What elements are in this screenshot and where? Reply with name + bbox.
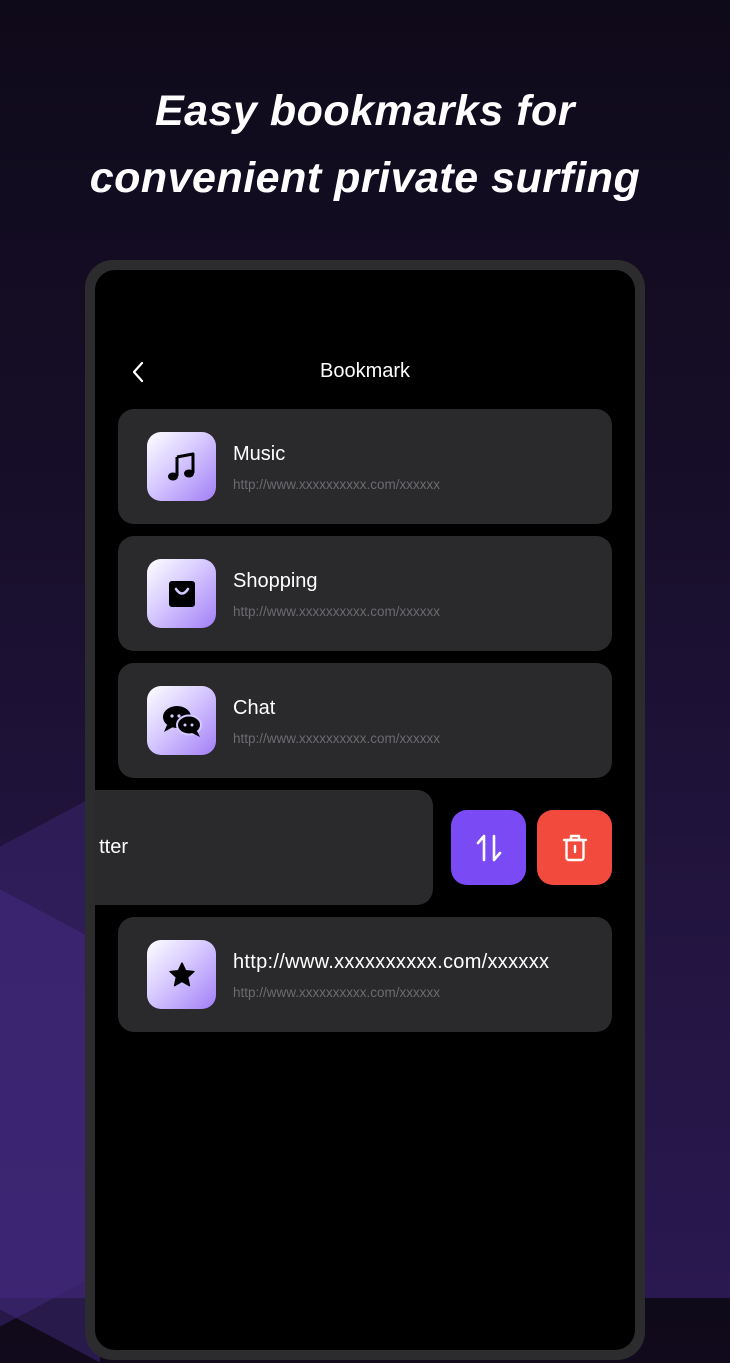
- bookmark-url: http://www.xxxxxxxxxx.com/xxxxxx: [233, 604, 441, 619]
- music-note-icon: [167, 452, 194, 480]
- bookmark-item-swiped[interactable]: tter: [95, 790, 433, 905]
- phone-screen: Bookmark Music http://www.xxxxxxxxxx.com…: [95, 270, 635, 1350]
- headline-line-2: convenient private surfing: [89, 154, 641, 202]
- trash-icon: [562, 834, 587, 861]
- top-bar: Bookmark: [95, 352, 635, 392]
- delete-button[interactable]: [537, 810, 612, 885]
- page-title: Bookmark: [319, 360, 411, 382]
- music-app-icon: [147, 432, 216, 501]
- bookmark-url: http://www.xxxxxxxxxx.com/xxxxxx: [233, 477, 441, 492]
- star-app-icon: [147, 940, 216, 1009]
- shopping-bag-icon: [168, 580, 195, 607]
- bookmark-title: Chat: [233, 697, 276, 719]
- bookmark-url: http://www.xxxxxxxxxx.com/xxxxxx: [233, 731, 441, 746]
- bookmark-title: http://www.xxxxxxxxxx.com/xxxxxx: [233, 951, 550, 973]
- reorder-button[interactable]: [451, 810, 526, 885]
- star-icon: [168, 961, 195, 986]
- bookmark-title: Shopping: [233, 570, 318, 592]
- chat-app-icon: [147, 686, 216, 755]
- shopping-app-icon: [147, 559, 216, 628]
- chat-bubbles-icon: [162, 705, 202, 737]
- bookmark-url: http://www.xxxxxxxxxx.com/xxxxxx: [233, 985, 441, 1000]
- bookmark-item-url[interactable]: http://www.xxxxxxxxxx.com/xxxxxx http://…: [118, 917, 612, 1032]
- bookmark-item-music[interactable]: Music http://www.xxxxxxxxxx.com/xxxxxx: [118, 409, 612, 524]
- bookmark-title: tter: [99, 836, 128, 858]
- sort-arrows-icon: [476, 834, 501, 861]
- bookmark-title: Music: [233, 443, 286, 465]
- bookmark-item-shopping[interactable]: Shopping http://www.xxxxxxxxxx.com/xxxxx…: [118, 536, 612, 651]
- headline-line-1: Easy bookmarks for: [154, 87, 576, 135]
- promo-headline: Easy bookmarks for convenient private su…: [0, 78, 730, 212]
- bookmark-item-chat[interactable]: Chat http://www.xxxxxxxxxx.com/xxxxxx: [118, 663, 612, 778]
- phone-frame: Bookmark Music http://www.xxxxxxxxxx.com…: [85, 260, 645, 1360]
